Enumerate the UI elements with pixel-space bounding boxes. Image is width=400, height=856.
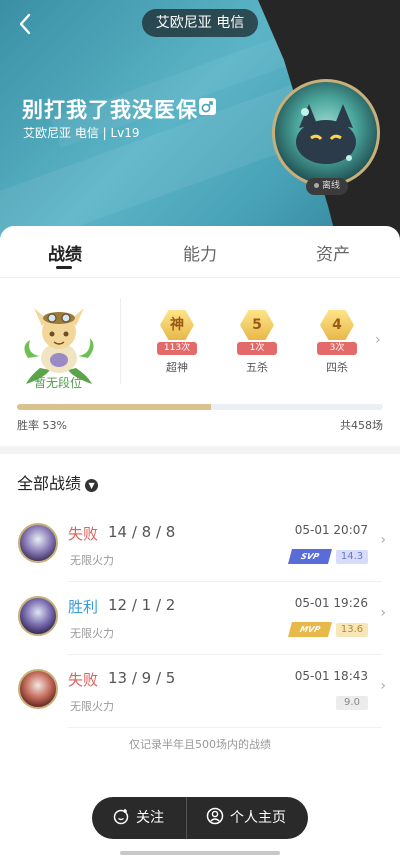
match-time: 05-01 19:26 [294, 596, 368, 610]
badge-name: 超神 [166, 361, 188, 374]
match-score: 14.3 [336, 550, 368, 564]
chevron-right-icon: › [380, 532, 386, 548]
badge-penta-kill[interactable]: 5 1次 五杀 [235, 310, 279, 375]
tab-indicator [56, 266, 72, 269]
win-rate-bar [17, 404, 383, 410]
tab-bar: 战绩 能力 资产 [0, 226, 400, 278]
match-time: 05-01 18:43 [294, 669, 368, 683]
match-row[interactable]: 胜利 12 / 1 / 2 无限火力 05-01 19:26 MVP 13.6 … [0, 583, 400, 655]
badge-glyph: 5 [240, 310, 274, 340]
section-gap [0, 446, 400, 454]
win-rate-fill [17, 404, 211, 410]
home-indicator [120, 851, 280, 855]
badge-glyph: 4 [320, 310, 354, 340]
badge-count: 113次 [157, 342, 197, 355]
male-icon [199, 98, 216, 115]
bottom-action-bar: 关注 个人主页 [92, 797, 308, 839]
match-time: 05-01 20:07 [294, 523, 368, 537]
match-kda: 14 / 8 / 8 [108, 523, 176, 541]
match-score: 13.6 [336, 623, 368, 637]
match-row[interactable]: 失败 13 / 9 / 5 无限火力 05-01 18:43 9.0 › [0, 656, 400, 728]
status-text: 离线 [321, 181, 340, 191]
player-avatar[interactable] [272, 79, 380, 187]
match-mode: 无限火力 [70, 554, 114, 567]
badge-count: 1次 [237, 342, 277, 355]
rank-emblem [0, 296, 118, 386]
match-row[interactable]: 失败 14 / 8 / 8 无限火力 05-01 20:07 SVP 14.3 … [0, 510, 400, 582]
profile-button[interactable]: 个人主页 [206, 797, 286, 839]
match-kda: 13 / 9 / 5 [108, 669, 176, 687]
profile-header: 艾欧尼亚 电信 别打我了我没医保 艾欧尼亚 电信 | Lv19 离线 [0, 0, 400, 245]
profile-icon [206, 807, 224, 825]
row-divider [68, 581, 382, 582]
match-result: 失败 [68, 671, 99, 689]
badge-name: 四杀 [326, 361, 348, 374]
badge-name: 五杀 [246, 361, 268, 374]
match-score: 9.0 [336, 696, 368, 710]
match-mode: 无限火力 [70, 700, 114, 713]
history-note: 仅记录半年且500场内的战绩 [129, 738, 271, 751]
svp-medal-icon: SVP [287, 549, 333, 564]
total-games: 共458场 [340, 419, 383, 432]
row-divider [68, 654, 382, 655]
tab-assets[interactable]: 资产 [316, 240, 350, 265]
status-badge: 离线 [306, 178, 348, 195]
champion-avatar [18, 596, 58, 636]
chevron-right-icon: › [380, 605, 386, 621]
back-icon[interactable] [14, 12, 38, 36]
tab-ability[interactable]: 能力 [183, 240, 217, 265]
chevron-right-icon: › [380, 678, 386, 694]
chevron-right-icon[interactable]: › [375, 332, 381, 348]
follow-icon [113, 809, 129, 825]
row-divider [68, 727, 382, 728]
player-nickname: 别打我了我没医保 [22, 98, 198, 122]
chevron-down-icon: ▼ [85, 479, 99, 492]
match-filter-dropdown[interactable]: 全部战绩 ▼ [17, 470, 99, 494]
follow-label: 关注 [136, 810, 164, 826]
badge-count: 3次 [317, 342, 357, 355]
win-rate-text: 胜率 53% [17, 419, 67, 432]
divider [186, 797, 187, 839]
server-pill[interactable]: 艾欧尼亚 电信 [142, 9, 258, 37]
follow-button[interactable]: 关注 [112, 797, 164, 839]
match-result: 失败 [68, 525, 99, 543]
match-kda: 12 / 1 / 2 [108, 596, 176, 614]
match-mode: 无限火力 [70, 627, 114, 640]
match-result: 胜利 [68, 598, 99, 616]
player-server-level: 艾欧尼亚 电信 | Lv19 [23, 126, 140, 140]
section-title: 全部战绩 [17, 474, 82, 493]
champion-avatar [18, 523, 58, 563]
status-dot-icon [313, 183, 319, 188]
badge-quadra-kill[interactable]: 4 3次 四杀 [315, 310, 359, 375]
profile-label: 个人主页 [230, 810, 286, 826]
tab-record[interactable]: 战绩 [48, 240, 82, 265]
badge-legendary[interactable]: 神 113次 超神 [155, 310, 199, 375]
champion-avatar [18, 669, 58, 709]
divider [120, 298, 121, 384]
rank-label: 暂无段位 [34, 376, 83, 390]
mvp-medal-icon: MVP [287, 622, 333, 637]
content-card: 战绩 能力 资产 暂无段位 神 113次 超神 5 1次 五杀 4 3次 四杀 … [0, 226, 400, 856]
badge-glyph: 神 [160, 310, 194, 340]
